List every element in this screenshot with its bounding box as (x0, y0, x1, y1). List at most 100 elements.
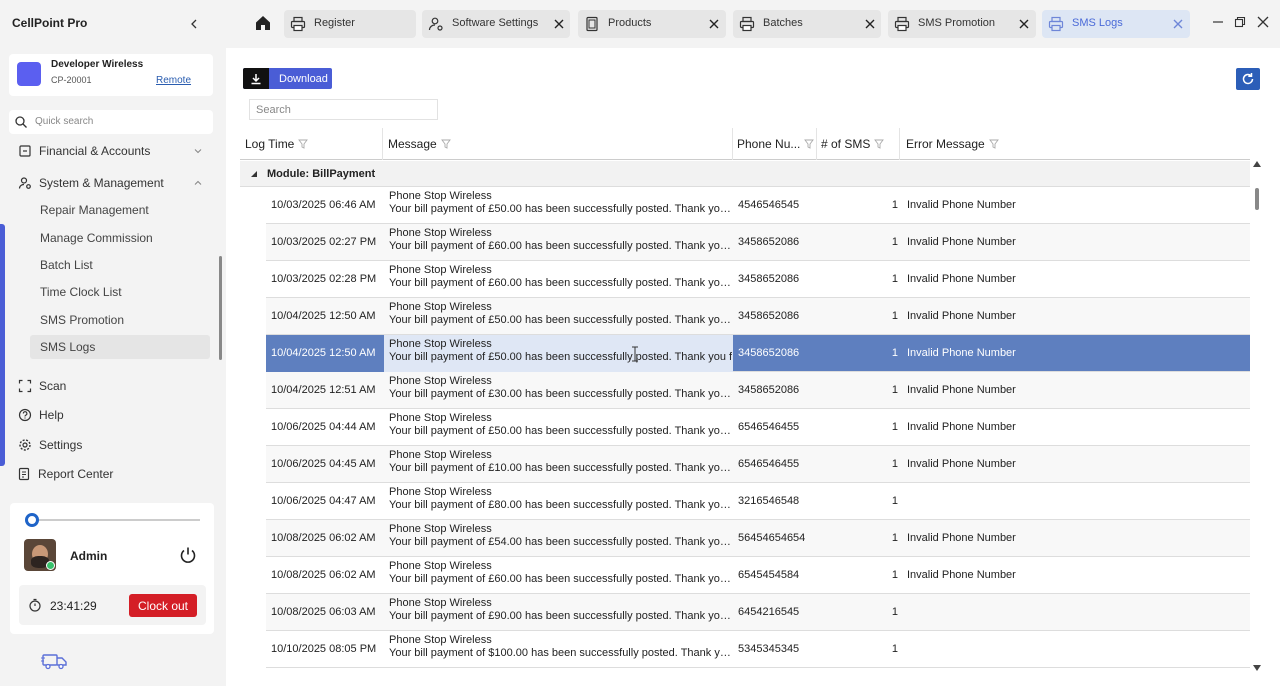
sidebar-item-batch-list[interactable]: Batch List (30, 253, 210, 277)
user-settings-icon (428, 16, 444, 32)
delivery-truck-icon[interactable] (41, 652, 69, 670)
table-row[interactable]: 10/03/2025 06:46 AM 4546546545 1 Invalid Ph… (266, 187, 1250, 224)
store-profile-card[interactable]: Developer Wireless CP-20001 Remote (9, 54, 213, 96)
tab-sms-logs[interactable]: SMS Logs (1042, 10, 1190, 38)
group-row[interactable]: Module: BillPayment (240, 161, 1250, 187)
cell-message: Phone Stop Wireless Your bill payment of … (389, 375, 732, 401)
nav-settings[interactable]: Settings (18, 435, 82, 455)
scroll-down-icon[interactable] (1253, 664, 1261, 672)
quick-search-placeholder: Quick search (35, 116, 94, 127)
scan-icon (18, 379, 32, 393)
filter-icon[interactable] (440, 139, 451, 149)
filter-icon[interactable] (874, 139, 885, 149)
cell-message: Phone Stop Wireless Your bill payment of … (389, 338, 732, 364)
filter-icon[interactable] (298, 139, 309, 149)
cell-error-message: Invalid Phone Number (907, 532, 1016, 544)
cell-log-time: 10/10/2025 08:05 PM (271, 643, 377, 655)
close-icon[interactable] (1172, 18, 1184, 30)
table-row[interactable]: 10/04/2025 12:50 AM 3458652086 1 Invalid Ph… (266, 335, 1250, 372)
filter-icon[interactable] (988, 139, 999, 149)
close-icon[interactable] (864, 18, 876, 30)
text-cursor-icon (630, 346, 640, 362)
column-header-phone-number[interactable]: Phone Nu... (737, 137, 815, 151)
sidebar-item-sms-logs[interactable]: SMS Logs (30, 335, 210, 359)
nav-scan[interactable]: Scan (18, 376, 66, 396)
remote-link[interactable]: Remote (156, 75, 191, 86)
column-header-log-time[interactable]: Log Time (245, 137, 309, 151)
cell-error-message: Invalid Phone Number (907, 458, 1016, 470)
clock-time: 23:41:29 (50, 599, 97, 613)
quick-search-input[interactable]: Quick search (9, 110, 213, 134)
chevron-down-icon[interactable] (192, 145, 204, 157)
tab-batches[interactable]: Batches (733, 10, 881, 38)
close-icon[interactable] (708, 18, 720, 30)
message-sender: Phone Stop Wireless (389, 338, 492, 350)
cell-message: Phone Stop Wireless Your bill payment of … (389, 634, 732, 660)
column-header-message[interactable]: Message (388, 137, 451, 151)
filter-icon[interactable] (804, 139, 815, 149)
grid-scrollbar[interactable] (1250, 160, 1264, 672)
cell-log-time: 10/08/2025 06:03 AM (271, 606, 376, 618)
tab-products[interactable]: Products (578, 10, 726, 38)
cell-log-time: 10/08/2025 06:02 AM (271, 569, 376, 581)
store-avatar (17, 62, 41, 86)
message-sender: Phone Stop Wireless (389, 190, 492, 202)
online-status-dot (46, 561, 55, 570)
close-icon[interactable] (1018, 18, 1030, 30)
column-header-sms-count[interactable]: # of SMS (821, 137, 885, 151)
tab-software-settings[interactable]: Software Settings (422, 10, 570, 38)
restore-icon[interactable] (1234, 16, 1246, 28)
nav-financial-accounts[interactable]: Financial & Accounts (18, 141, 150, 161)
table-row[interactable]: 10/03/2025 02:27 PM 3458652086 1 Invalid Ph… (266, 224, 1250, 261)
column-header-error-message[interactable]: Error Message (906, 137, 999, 151)
table-row[interactable]: 10/04/2025 12:50 AM 3458652086 1 Invalid Ph… (266, 298, 1250, 335)
table-row[interactable]: 10/06/2025 04:47 AM 3216546548 1 Phone Stop… (266, 483, 1250, 520)
message-sender: Phone Stop Wireless (389, 597, 492, 609)
close-window-icon[interactable] (1257, 16, 1269, 28)
table-row[interactable]: 10/08/2025 06:02 AM 6545454584 1 Invalid Ph… (266, 557, 1250, 594)
message-sender: Phone Stop Wireless (389, 560, 492, 572)
cell-log-time: 10/04/2025 12:50 AM (271, 310, 376, 322)
table-row[interactable]: 10/06/2025 04:45 AM 6546546455 1 Invalid Ph… (266, 446, 1250, 483)
message-body: Your bill payment of £60.00 has been suc… (389, 240, 732, 252)
minimize-icon[interactable] (1212, 16, 1224, 28)
message-body: Your bill payment of £30.00 has been suc… (389, 388, 732, 400)
scroll-up-icon[interactable] (1253, 160, 1261, 168)
tab-label: Register (314, 17, 355, 29)
status-slider-knob[interactable] (25, 513, 39, 527)
tab-sms-promotion[interactable]: SMS Promotion (888, 10, 1036, 38)
table-row[interactable]: 10/06/2025 04:44 AM 6546546455 1 Invalid Ph… (266, 409, 1250, 446)
nav-system-management[interactable]: System & Management (18, 173, 164, 193)
refresh-button[interactable] (1236, 68, 1260, 90)
clock-out-button[interactable]: Clock out (129, 594, 197, 617)
gear-icon (18, 438, 32, 452)
sidebar-item-sms-promotion[interactable]: SMS Promotion (30, 308, 210, 332)
scrollbar-thumb[interactable] (1255, 188, 1259, 210)
table-row[interactable]: 10/08/2025 06:03 AM 6454216545 1 Phone Stop… (266, 594, 1250, 631)
sidebar-scrollbar[interactable] (219, 256, 222, 360)
search-input[interactable]: Search (249, 99, 438, 120)
cell-log-time: 10/06/2025 04:47 AM (271, 495, 376, 507)
message-body: Your bill payment of £54.00 has been suc… (389, 536, 732, 548)
table-row[interactable]: 10/08/2025 06:02 AM 56454654654 1 Invalid P… (266, 520, 1250, 557)
nav-help[interactable]: Help (18, 405, 64, 425)
sidebar-item-manage-commission[interactable]: Manage Commission (30, 226, 210, 250)
nav-label: Financial & Accounts (39, 144, 151, 158)
table-row[interactable]: 10/10/2025 08:05 PM 5345345345 1 Phone Stop… (266, 631, 1250, 668)
tab-register[interactable]: Register (284, 10, 416, 38)
close-icon[interactable] (553, 18, 565, 30)
download-button[interactable]: Download (243, 68, 332, 89)
collapse-group-icon[interactable] (250, 170, 258, 178)
chevron-up-icon[interactable] (192, 177, 204, 189)
cell-error-message: Invalid Phone Number (907, 310, 1016, 322)
sidebar-item-repair-management[interactable]: Repair Management (30, 198, 210, 222)
status-slider-track[interactable] (28, 519, 200, 521)
table-row[interactable]: 10/04/2025 12:51 AM 3458652086 1 Invalid Ph… (266, 372, 1250, 409)
nav-report-center[interactable]: Report Center (17, 464, 113, 484)
power-icon[interactable] (178, 545, 198, 565)
table-row[interactable]: 10/03/2025 02:28 PM 3458652086 1 Invalid Ph… (266, 261, 1250, 298)
sidebar-item-time-clock-list[interactable]: Time Clock List (30, 280, 210, 304)
collapse-sidebar-icon[interactable] (186, 16, 202, 32)
cell-message: Phone Stop Wireless Your bill payment of … (389, 560, 732, 586)
home-icon[interactable] (254, 14, 272, 32)
